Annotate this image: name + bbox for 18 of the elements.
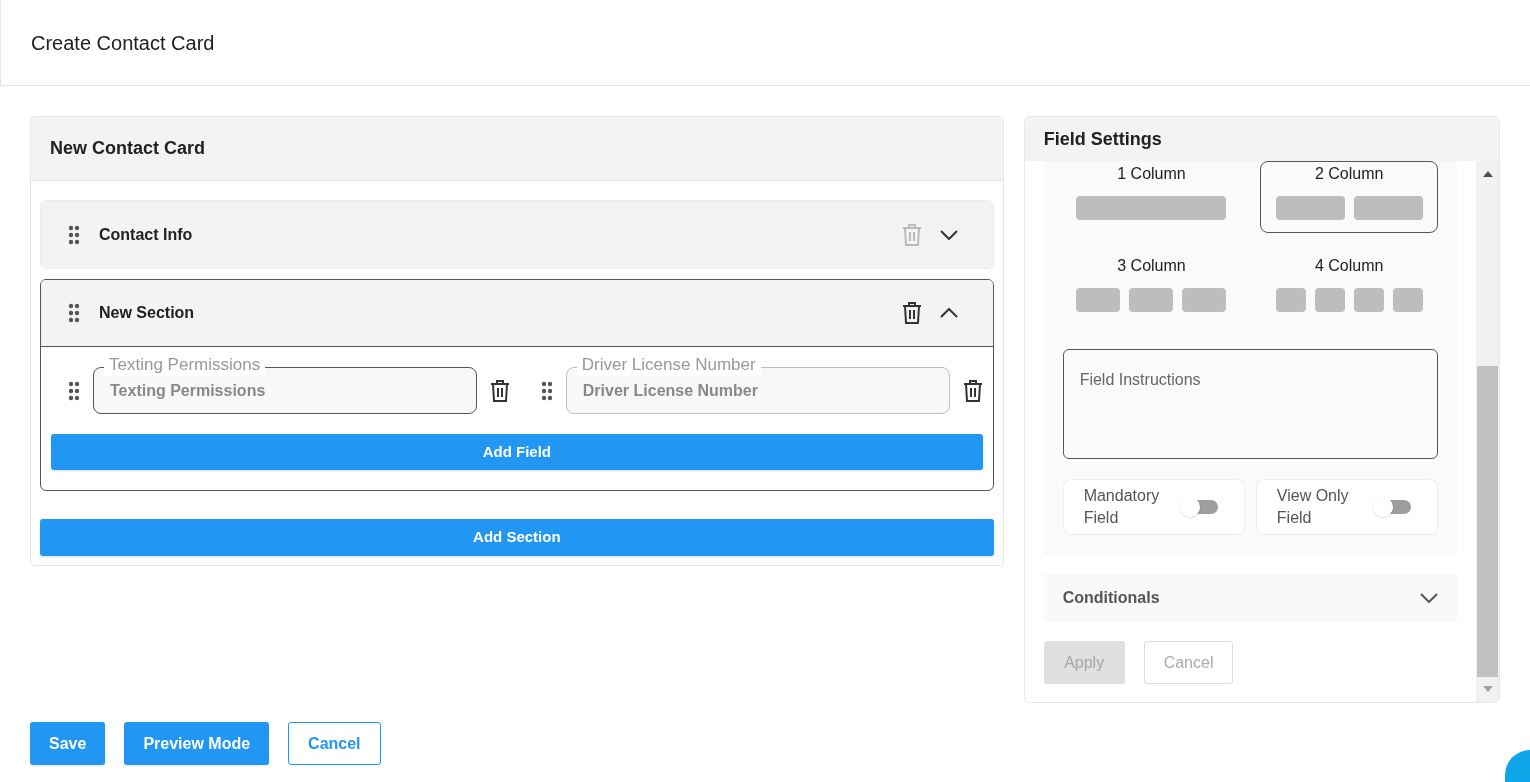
layout-option[interactable]: 2 Column bbox=[1260, 161, 1438, 233]
save-button[interactable]: Save bbox=[30, 722, 106, 765]
settings-title: Field Settings bbox=[1043, 127, 1162, 151]
cancel-button[interactable]: Cancel bbox=[288, 722, 381, 765]
layout-option[interactable]: 4 Column bbox=[1260, 253, 1438, 325]
add-field-button[interactable]: Add Field bbox=[51, 434, 983, 470]
section-title: Contact Info bbox=[99, 224, 194, 245]
page-title: Create Contact Card bbox=[31, 30, 215, 56]
layout-option[interactable]: 1 Column bbox=[1062, 161, 1241, 233]
section-title: New Section bbox=[99, 303, 196, 323]
add-section-button[interactable]: Add Section bbox=[40, 519, 994, 556]
instructions-field[interactable]: Field Instructions bbox=[1062, 349, 1438, 459]
layout-option[interactable]: 3 Column bbox=[1062, 253, 1241, 325]
toggle-label: Mandatory Field bbox=[1083, 486, 1161, 528]
card-title: New Contact Card bbox=[50, 137, 206, 160]
toggle-label: View Only Field bbox=[1276, 486, 1350, 528]
preview-button[interactable]: Preview Mode bbox=[124, 722, 270, 765]
conditionals-header[interactable]: Conditionals bbox=[1043, 574, 1457, 622]
